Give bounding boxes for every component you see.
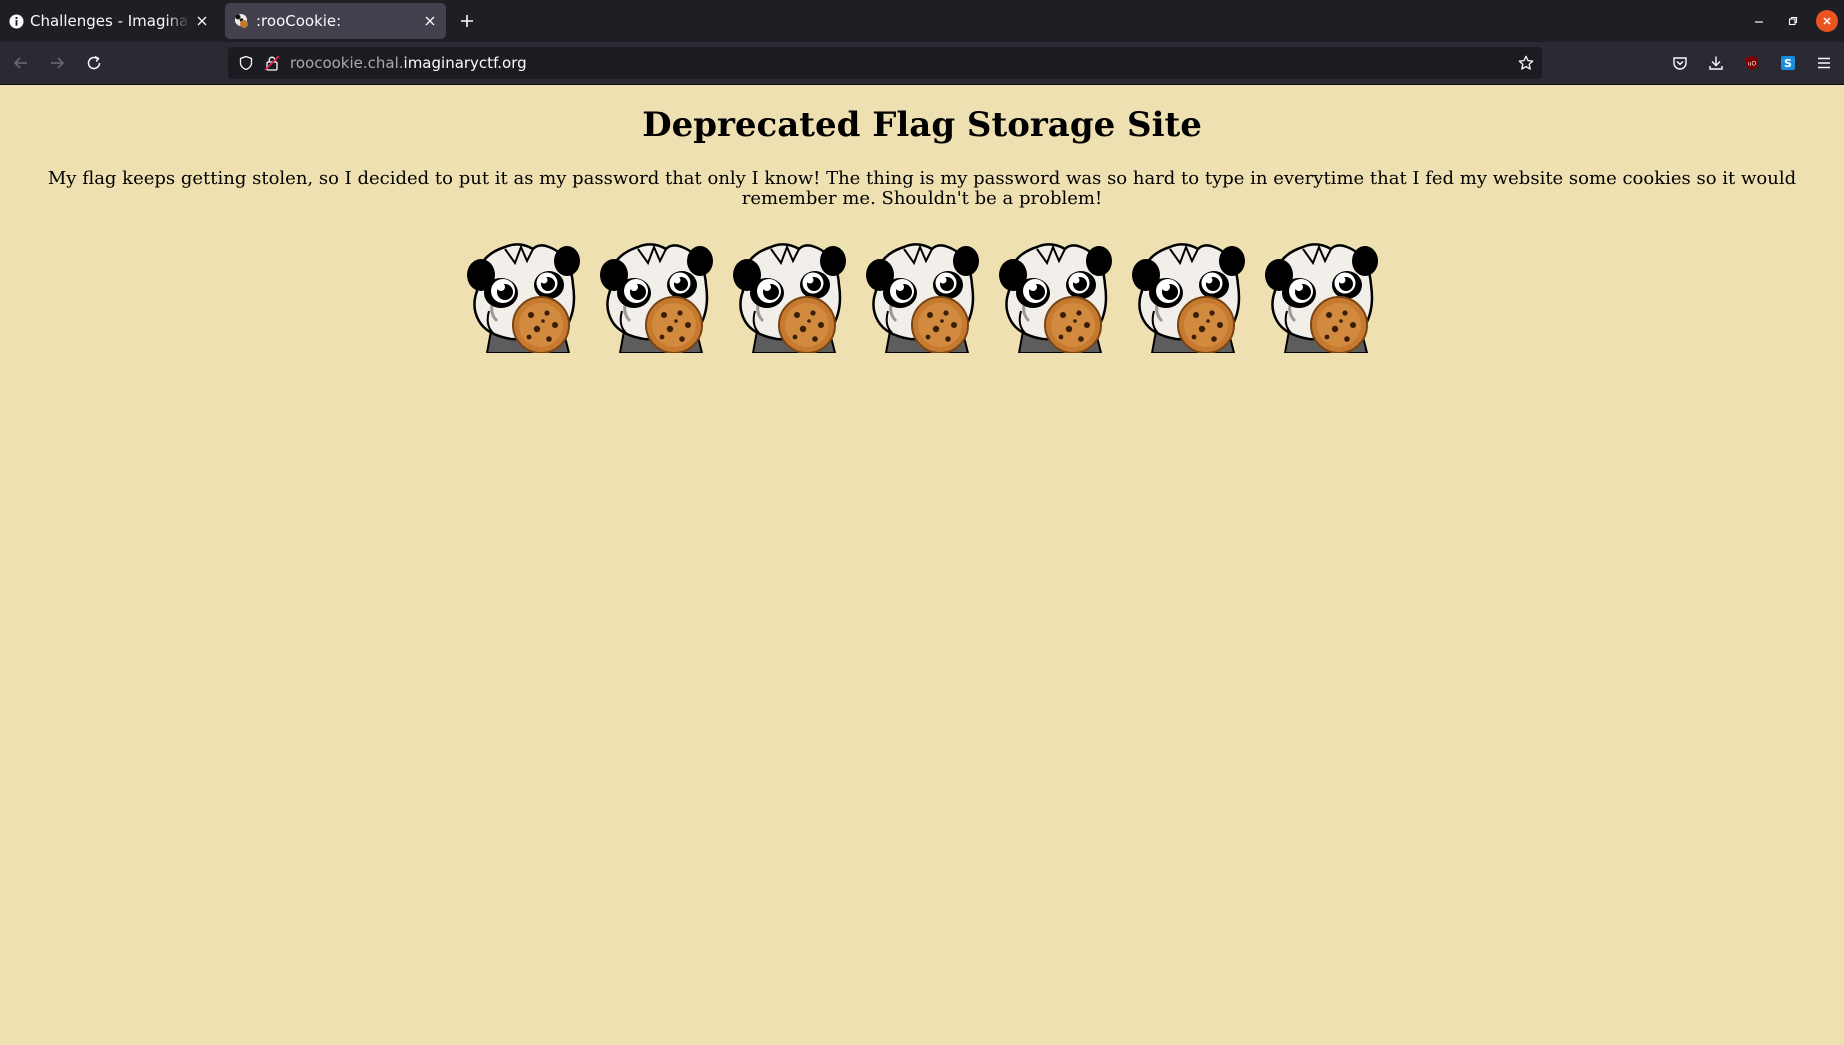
roocookie-image <box>733 243 846 353</box>
roocookie-image <box>467 243 580 353</box>
tab-roocookie[interactable]: :rooCookie: <box>225 3 446 39</box>
extension-s-icon: S <box>1781 56 1795 70</box>
svg-text:S: S <box>1784 57 1792 70</box>
toolbar-buttons: uO S <box>1656 51 1836 75</box>
roocookie-image <box>999 243 1112 353</box>
bookmark-star-icon[interactable] <box>1516 53 1536 73</box>
close-icon <box>1823 17 1831 25</box>
window-close-button[interactable] <box>1816 10 1838 32</box>
back-button[interactable] <box>9 51 33 75</box>
url-subdomain: roocookie.chal. <box>290 54 404 72</box>
hamburger-menu-icon <box>1818 57 1830 69</box>
pocket-icon <box>1673 57 1687 70</box>
plus-icon <box>461 15 473 27</box>
restore-icon <box>1788 16 1798 26</box>
roocookie-image <box>600 243 713 353</box>
downloads-button[interactable] <box>1704 51 1728 75</box>
reload-icon <box>87 55 101 70</box>
arrow-right-icon <box>51 57 65 69</box>
tab-title: Challenges - ImaginaryCTF <box>30 12 190 30</box>
minimize-button[interactable] <box>1748 10 1770 32</box>
roocookie-image <box>866 243 979 353</box>
url-domain: imaginaryctf.org <box>403 54 527 72</box>
restore-button[interactable] <box>1782 10 1804 32</box>
pocket-button[interactable] <box>1668 51 1692 75</box>
close-tab-icon[interactable] <box>190 9 214 33</box>
url-text[interactable]: roocookie.chal.imaginaryctf.org <box>290 54 527 72</box>
page-description: My flag keeps getting stolen, so I decid… <box>47 168 1797 209</box>
ublock-origin-button[interactable]: uO <box>1740 51 1764 75</box>
roocookie-image <box>1265 243 1378 353</box>
roocookie-image-row <box>0 241 1844 353</box>
address-bar[interactable]: roocookie.chal.imaginaryctf.org <box>228 47 1542 79</box>
tab-title: :rooCookie: <box>256 12 342 30</box>
page-heading: Deprecated Flag Storage Site <box>642 105 1202 145</box>
roocookie-image <box>1132 243 1245 353</box>
minimize-icon <box>1755 21 1763 23</box>
forward-button[interactable] <box>45 51 69 75</box>
arrow-left-icon <box>13 57 27 69</box>
insecure-lock-icon[interactable] <box>262 53 282 73</box>
download-icon <box>1709 56 1723 70</box>
ublock-shield-icon: uO <box>1746 56 1758 70</box>
svg-text:uO: uO <box>1748 61 1757 68</box>
info-icon <box>8 13 24 29</box>
page-content: Deprecated Flag Storage Site My flag kee… <box>0 85 1844 1045</box>
window-controls <box>1736 0 1844 42</box>
new-tab-button[interactable] <box>455 9 479 33</box>
navigation-bar: roocookie.chal.imaginaryctf.org uO S <box>0 42 1844 85</box>
app-menu-button[interactable] <box>1812 51 1836 75</box>
extension-s-button[interactable]: S <box>1776 51 1800 75</box>
reload-button[interactable] <box>82 51 106 75</box>
tab-challenges[interactable]: Challenges - ImaginaryCTF <box>0 3 218 39</box>
tab-strip: Challenges - ImaginaryCTF :rooCookie: <box>0 0 1844 42</box>
roocookie-favicon-icon <box>234 13 250 29</box>
tracking-protection-shield-icon[interactable] <box>236 53 256 73</box>
close-tab-icon[interactable] <box>418 9 442 33</box>
